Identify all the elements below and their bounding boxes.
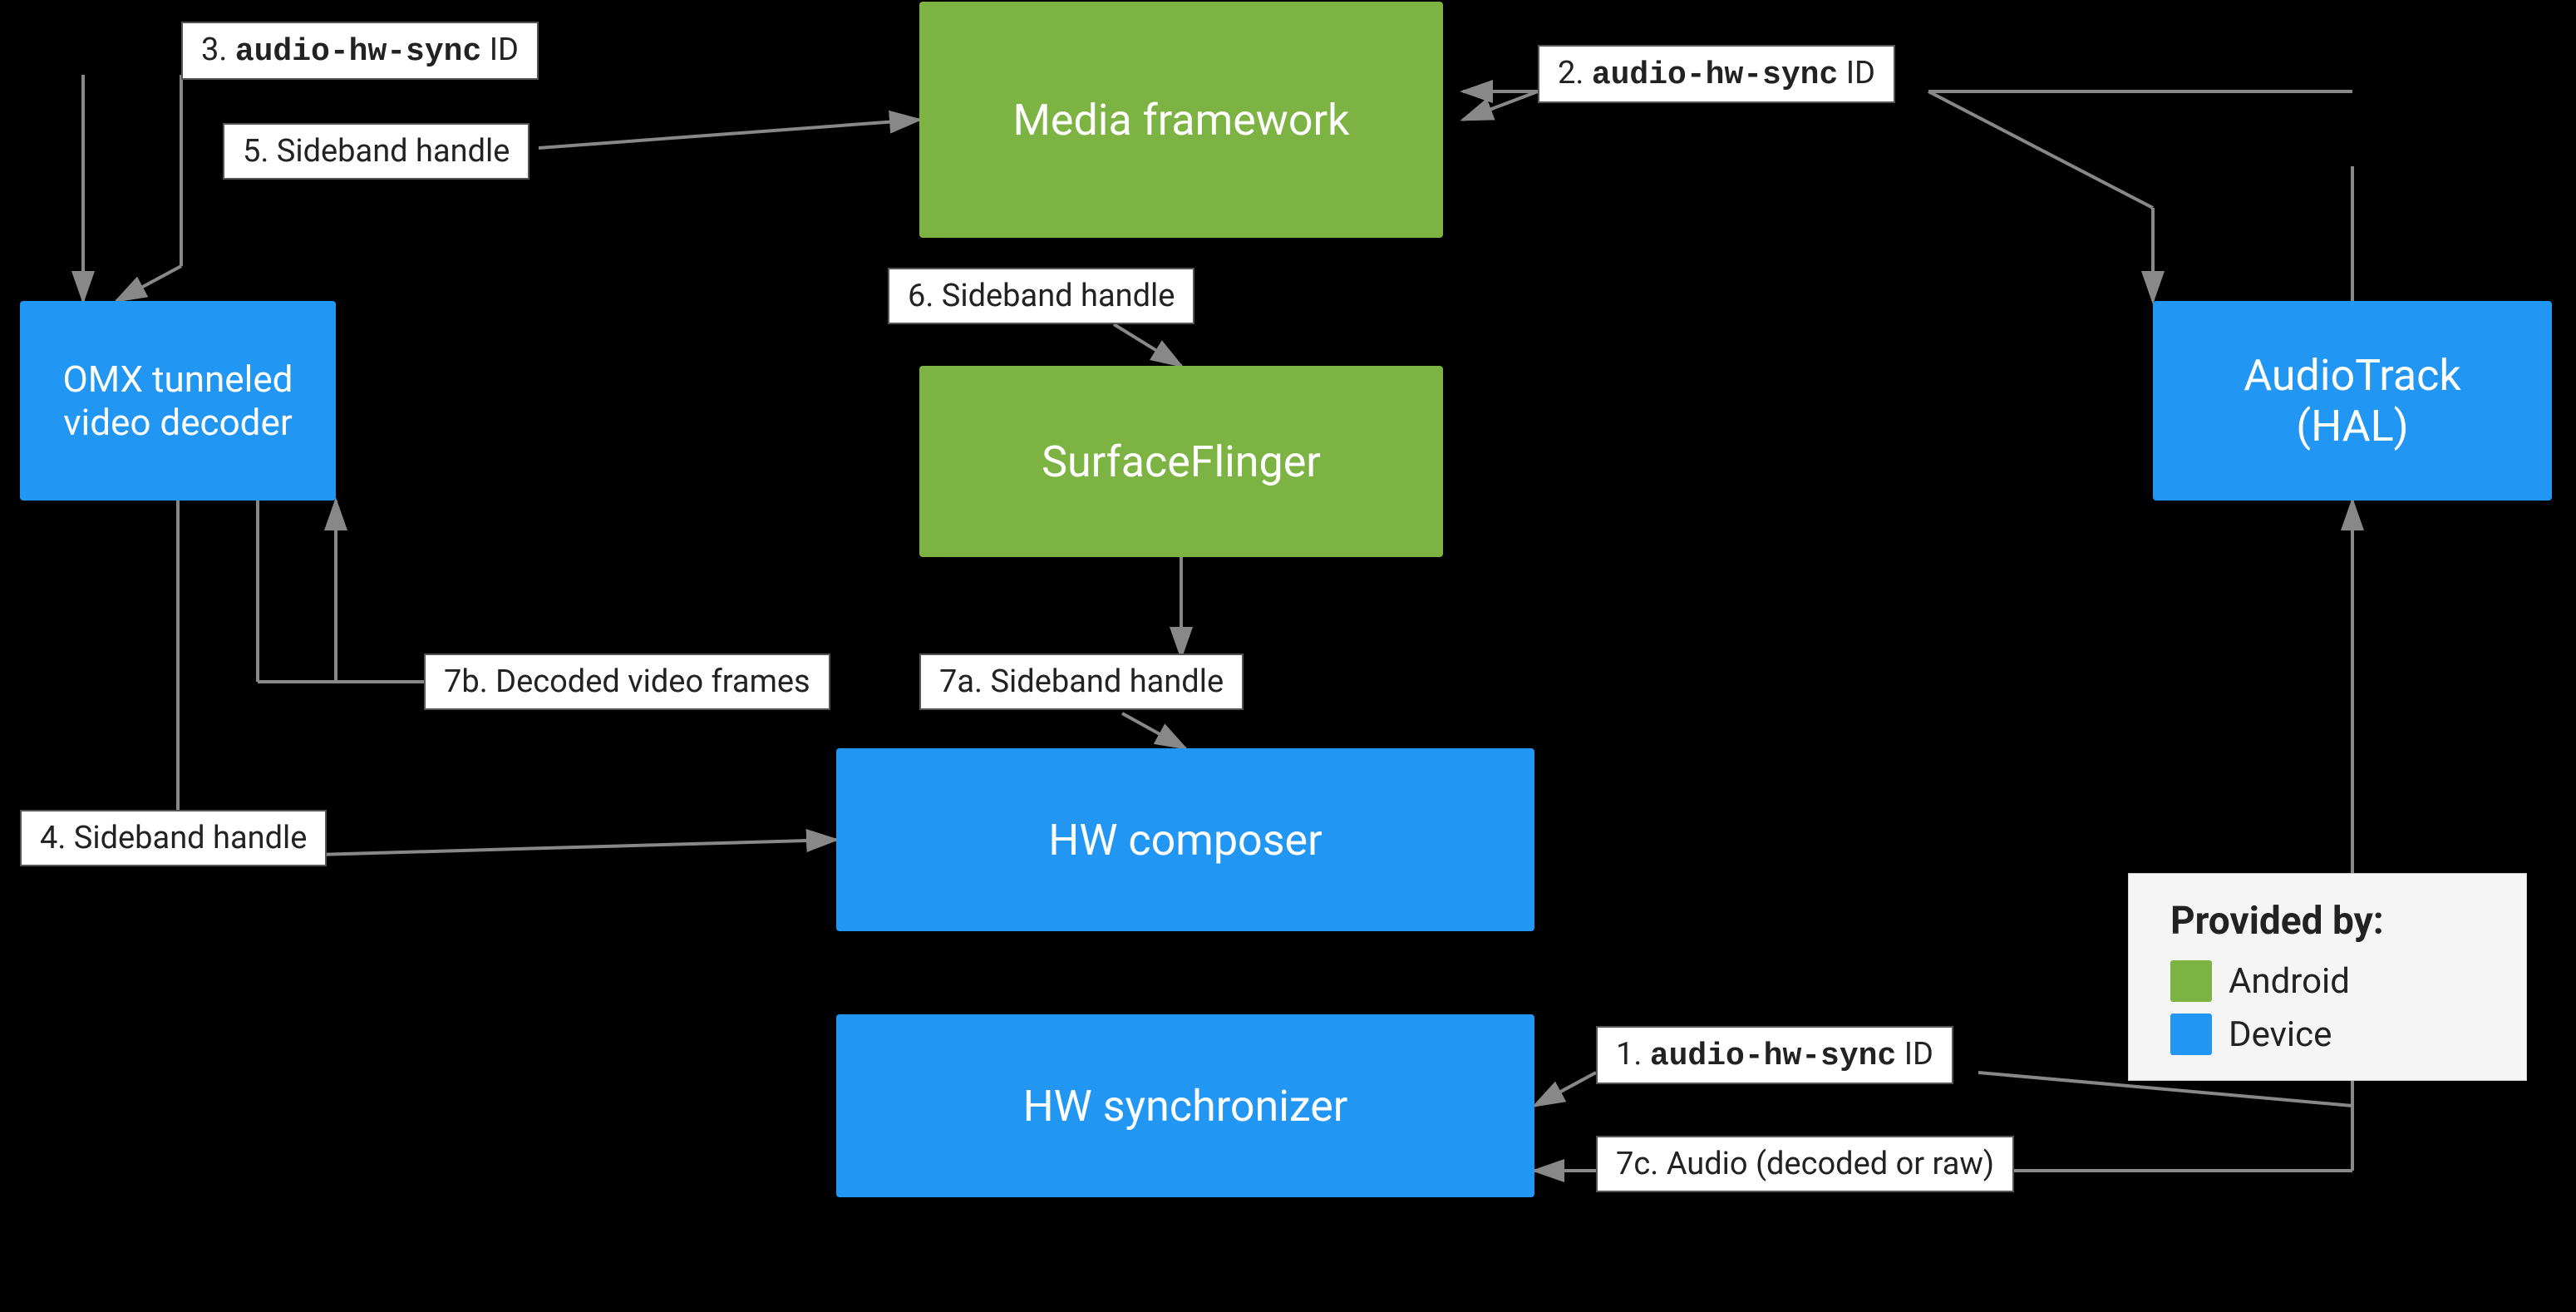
step2-text: 2. audio-hw-sync ID: [1558, 55, 1875, 93]
media-framework-box: Media framework: [919, 2, 1443, 238]
legend-android-color: [2170, 960, 2212, 1002]
label-step7a: 7a. Sideband handle: [919, 654, 1244, 710]
hw-composer-label: HW composer: [1048, 815, 1322, 866]
label-step3: 3. audio-hw-sync ID: [181, 22, 539, 80]
step3-text: 3. audio-hw-sync ID: [201, 32, 519, 70]
step4-text: 4. Sideband handle: [40, 820, 307, 856]
step7b-text: 7b. Decoded video frames: [444, 663, 810, 700]
diagram: Media framework SurfaceFlinger OMX tunne…: [0, 0, 2576, 1312]
legend-item-android: Android: [2170, 960, 2485, 1002]
step7a-text: 7a. Sideband handle: [939, 663, 1224, 700]
surface-flinger-box: SurfaceFlinger: [919, 366, 1443, 557]
label-step5: 5. Sideband handle: [223, 123, 529, 180]
omx-decoder-label: OMX tunneledvideo decoder: [63, 358, 293, 444]
label-step7b: 7b. Decoded video frames: [424, 654, 830, 710]
legend-android-label: Android: [2229, 961, 2350, 1002]
step7c-text: 7c. Audio (decoded or raw): [1616, 1146, 1994, 1182]
label-step6: 6. Sideband handle: [888, 268, 1194, 324]
legend-item-device: Device: [2170, 1014, 2485, 1055]
label-step4: 4. Sideband handle: [20, 810, 327, 866]
step1-text: 1. audio-hw-sync ID: [1616, 1036, 1933, 1074]
hw-composer-box: HW composer: [836, 748, 1534, 931]
step5-text: 5. Sideband handle: [243, 133, 510, 170]
step6-text: 6. Sideband handle: [908, 278, 1175, 314]
audio-track-label: AudioTrack(HAL): [2244, 350, 2461, 451]
label-step1: 1. audio-hw-sync ID: [1596, 1026, 1953, 1084]
legend-title: Provided by:: [2170, 899, 2485, 944]
audio-track-box: AudioTrack(HAL): [2153, 301, 2552, 501]
label-step2: 2. audio-hw-sync ID: [1538, 45, 1895, 103]
legend-device-label: Device: [2229, 1014, 2332, 1055]
hw-synchronizer-box: HW synchronizer: [836, 1014, 1534, 1197]
surface-flinger-label: SurfaceFlinger: [1042, 437, 1321, 487]
hw-synchronizer-label: HW synchronizer: [1023, 1081, 1348, 1132]
legend-device-color: [2170, 1014, 2212, 1055]
legend: Provided by: Android Device: [2128, 873, 2527, 1081]
omx-decoder-box: OMX tunneledvideo decoder: [20, 301, 336, 501]
label-step7c: 7c. Audio (decoded or raw): [1596, 1136, 2014, 1192]
media-framework-label: Media framework: [1013, 95, 1350, 146]
